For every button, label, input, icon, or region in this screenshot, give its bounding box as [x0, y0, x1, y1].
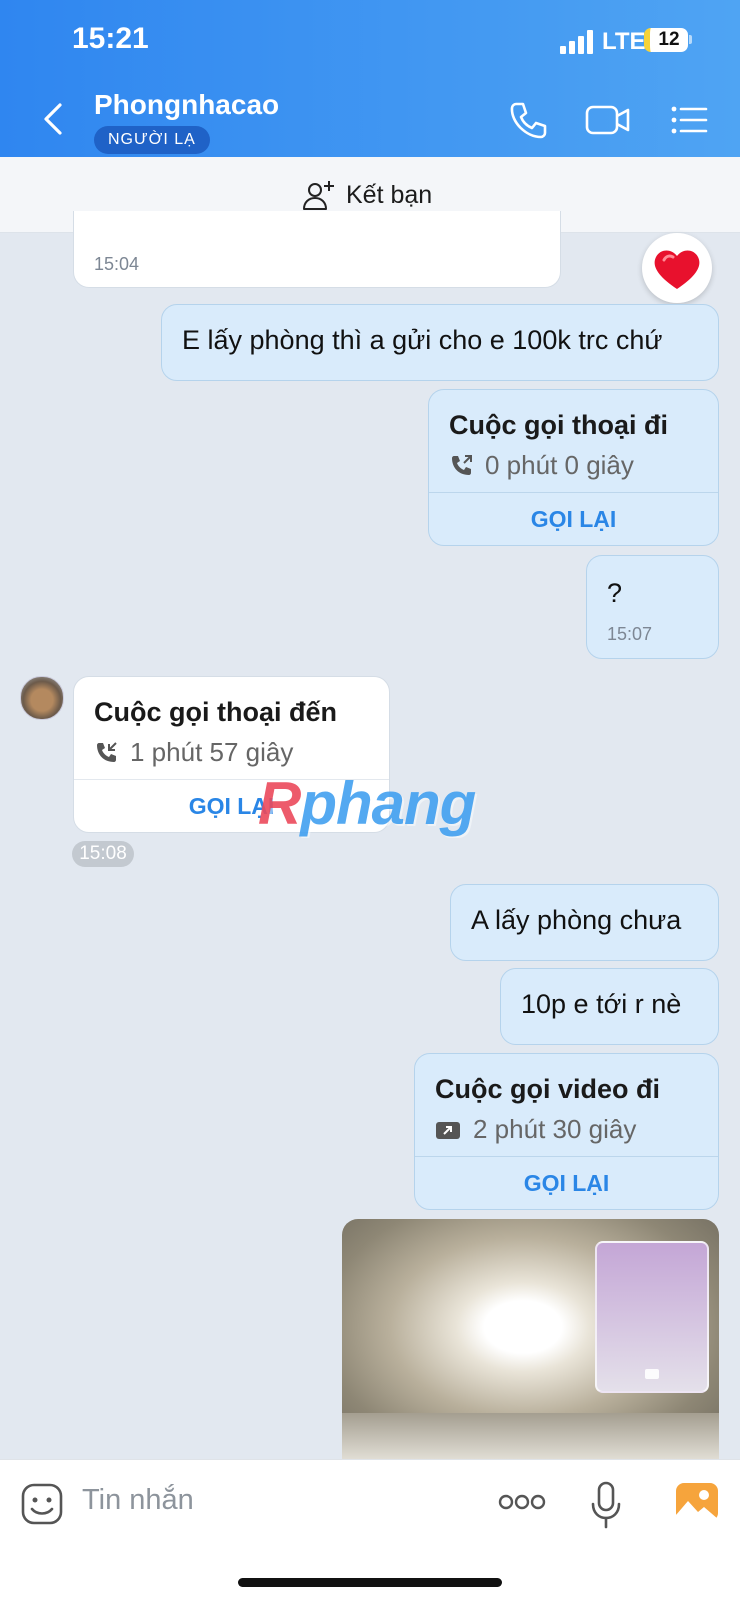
add-friend-label: Kết bạn	[346, 180, 433, 209]
contact-avatar[interactable]	[20, 676, 64, 720]
message-bubble-sent[interactable]: E lấy phòng thì a gửi cho e 100k trc chứ	[161, 304, 719, 381]
call-title: Cuộc gọi thoại đến	[94, 697, 337, 727]
back-icon[interactable]	[34, 99, 74, 139]
message-time-pill: 15:08	[72, 841, 134, 867]
call-duration: 0 phút 0 giây	[485, 450, 634, 480]
menu-icon[interactable]	[668, 98, 712, 142]
network-type: LTE	[602, 28, 646, 55]
message-text: 10p e tới r nè	[521, 989, 682, 1019]
chat-header: 15:21 LTE 12 Phongnhacao NGƯỜI LẠ	[0, 0, 740, 157]
call-card-outgoing-voice[interactable]: Cuộc gọi thoại đi 0 phút 0 giây GỌI LẠI	[428, 389, 719, 546]
message-text: A lấy phòng chưa	[471, 905, 682, 935]
contact-name[interactable]: Phongnhacao	[94, 89, 279, 121]
add-friend-icon	[303, 181, 334, 210]
message-input[interactable]: Tin nhắn	[82, 1484, 194, 1517]
message-bubble-sent[interactable]: A lấy phòng chưa	[450, 884, 719, 961]
message-text: E lấy phòng thì a gửi cho e 100k trc chứ	[182, 325, 663, 355]
message-bubble-received[interactable]: 15:04	[73, 211, 561, 288]
call-title: Cuộc gọi thoại đi	[449, 410, 668, 440]
outgoing-call-icon	[452, 454, 472, 475]
status-time: 15:21	[72, 22, 149, 55]
battery-icon: 12	[644, 28, 688, 52]
heart-reaction[interactable]	[642, 233, 712, 303]
incoming-call-icon	[97, 741, 117, 762]
heart-icon	[654, 250, 700, 289]
call-title: Cuộc gọi video đi	[435, 1074, 661, 1104]
video-call-icon	[436, 1121, 460, 1139]
home-indicator	[238, 1578, 502, 1587]
signal-icon	[560, 30, 596, 54]
message-bubble-sent[interactable]: 10p e tới r nè	[500, 968, 719, 1045]
battery-cap	[689, 35, 692, 44]
message-bubble-sent[interactable]: ? 15:07	[586, 555, 719, 659]
watermark-logo: Rphang	[258, 770, 476, 837]
message-time: 15:04	[94, 254, 140, 274]
call-back-button[interactable]: GỌI LẠI	[415, 1157, 718, 1209]
call-duration: 1 phút 57 giây	[130, 737, 294, 767]
phone-icon[interactable]	[506, 98, 550, 142]
camera-off-icon	[645, 1369, 659, 1379]
call-card-outgoing-video[interactable]: Cuộc gọi video đi 2 phút 30 giây GỌI LẠI	[414, 1053, 719, 1210]
sticker-icon[interactable]	[20, 1482, 64, 1526]
call-duration-row: 1 phút 57 giây	[94, 737, 293, 768]
call-duration: 2 phút 30 giây	[473, 1114, 637, 1144]
add-friend-button[interactable]: Kết bạn	[302, 175, 432, 215]
microphone-icon[interactable]	[590, 1480, 622, 1530]
call-duration-row: 2 phút 30 giây	[435, 1114, 636, 1145]
video-floor	[342, 1413, 719, 1459]
video-message-thumbnail[interactable]	[342, 1219, 719, 1459]
message-text: ?	[607, 578, 623, 608]
gallery-icon[interactable]	[675, 1482, 719, 1522]
video-camera-icon[interactable]	[584, 98, 632, 142]
video-pip-preview	[595, 1241, 709, 1393]
more-icon[interactable]	[498, 1492, 546, 1512]
call-back-button[interactable]: GỌI LẠI	[429, 493, 718, 545]
stranger-badge: NGƯỜI LẠ	[94, 126, 210, 154]
call-duration-row: 0 phút 0 giây	[449, 450, 634, 481]
message-time: 15:07	[607, 624, 653, 644]
